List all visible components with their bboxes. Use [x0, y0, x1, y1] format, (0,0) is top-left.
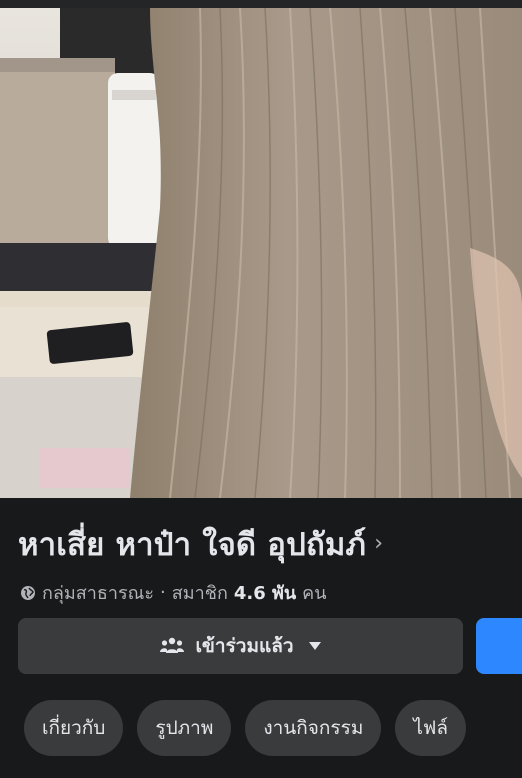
- members-unit: คน: [302, 583, 327, 604]
- tab-about[interactable]: เกี่ยวกับ: [24, 700, 124, 756]
- cover-photo[interactable]: [0, 8, 522, 498]
- people-icon: [160, 637, 185, 653]
- tab-photos[interactable]: รูปภาพ: [137, 700, 232, 756]
- meta-separator: ·: [160, 582, 166, 603]
- group-meta: กลุ่มสาธารณะ · สมาชิก 4.6 พัน คน: [20, 578, 327, 607]
- tab-files[interactable]: ไฟล์: [395, 700, 467, 756]
- caret-down-icon: [308, 642, 321, 650]
- invite-button[interactable]: [476, 618, 522, 674]
- joined-button[interactable]: เข้าร่วมแล้ว: [18, 618, 463, 674]
- group-privacy: กลุ่มสาธารณะ: [42, 583, 155, 604]
- globe-icon: [21, 585, 35, 600]
- group-tabs: เกี่ยวกับ รูปภาพ งานกิจกรรม ไฟล์: [24, 700, 467, 756]
- members-count[interactable]: 4.6 พัน: [234, 578, 296, 607]
- tab-events[interactable]: งานกิจกรรม: [245, 700, 382, 756]
- group-title[interactable]: หาเสี่ย หาป๋า ใจดี อุปถัมภ์: [18, 519, 366, 569]
- chevron-right-icon[interactable]: ›: [374, 533, 383, 555]
- members-label: สมาชิก: [171, 583, 228, 604]
- group-title-row[interactable]: หาเสี่ย หาป๋า ใจดี อุปถัมภ์ ›: [18, 522, 383, 566]
- status-strip: [0, 0, 522, 8]
- cover-photo-illustration: [0, 8, 522, 498]
- joined-label: เข้าร่วมแล้ว: [195, 635, 294, 657]
